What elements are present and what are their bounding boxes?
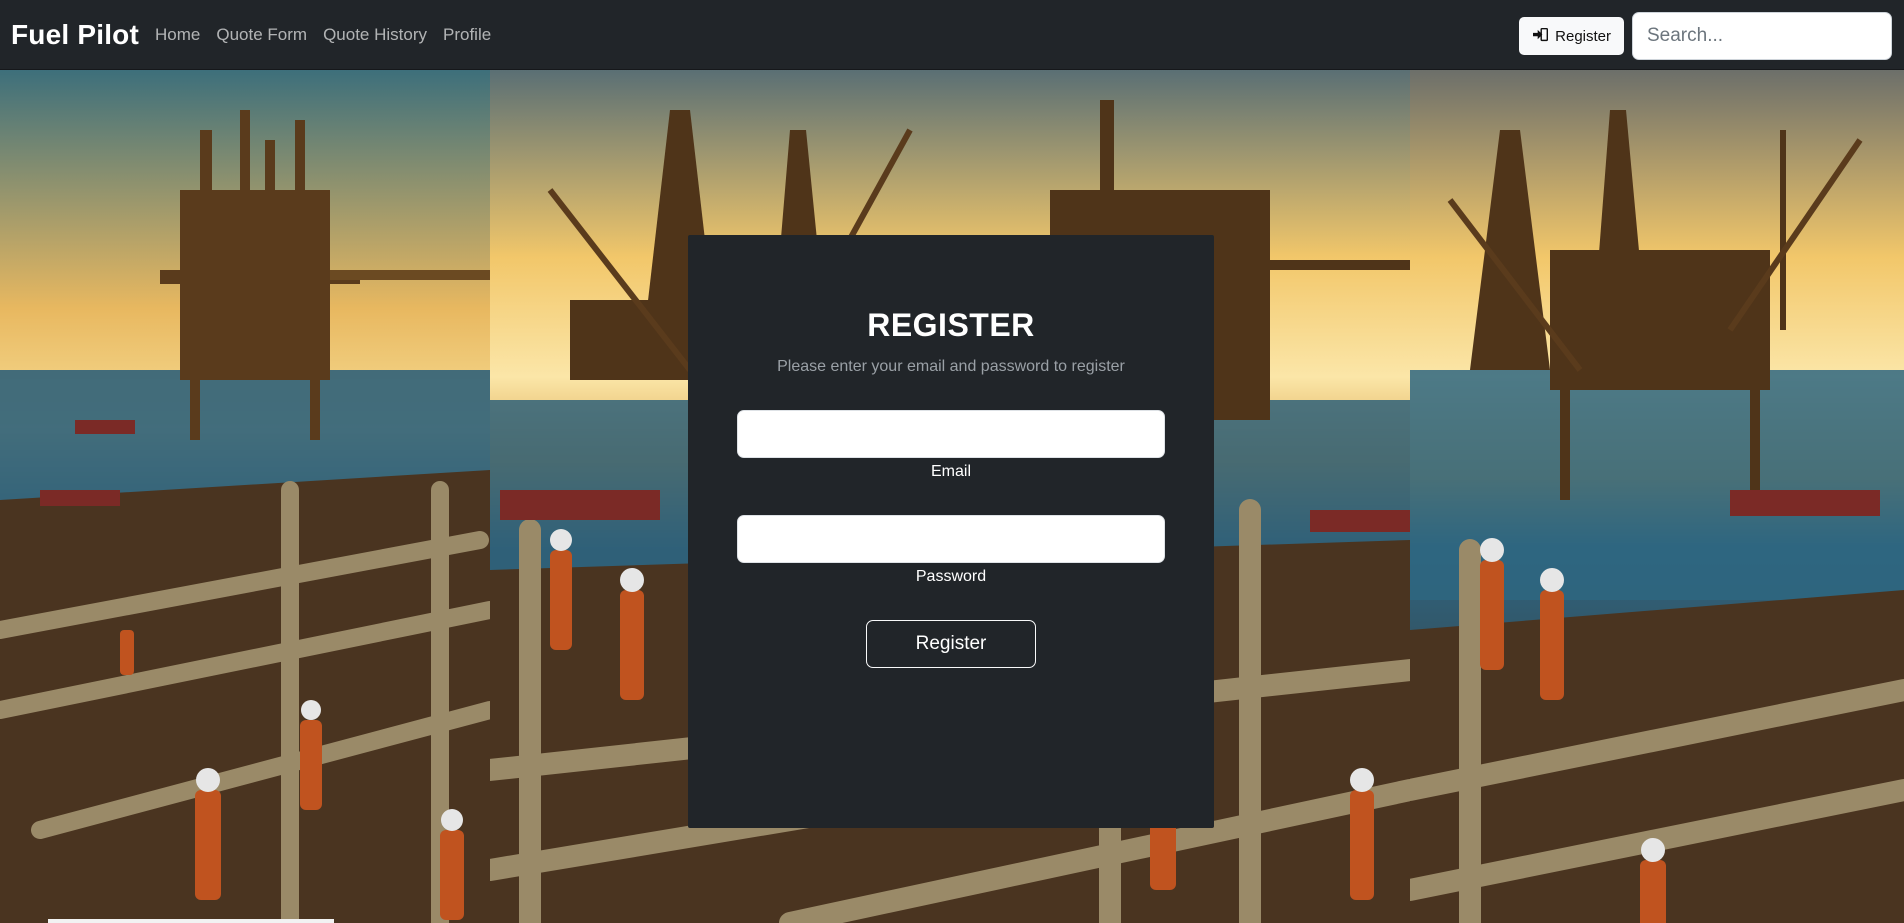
horizontal-scrollbar[interactable] — [48, 919, 334, 923]
background-panel — [1410, 70, 1904, 923]
search-input[interactable] — [1632, 12, 1892, 60]
register-card: REGISTER Please enter your email and pas… — [688, 235, 1214, 828]
brand-logo[interactable]: Fuel Pilot — [11, 19, 139, 51]
nav-link-quote-form[interactable]: Quote Form — [216, 25, 307, 45]
email-field[interactable] — [737, 410, 1165, 458]
email-group: Email — [688, 410, 1214, 481]
nav-register-button[interactable]: Register — [1519, 17, 1624, 55]
sign-in-icon — [1532, 27, 1549, 46]
register-submit-button[interactable]: Register — [866, 620, 1036, 668]
nav-link-profile[interactable]: Profile — [443, 25, 491, 45]
nav-register-label: Register — [1555, 27, 1611, 45]
top-navbar: Fuel Pilot Home Quote Form Quote History… — [0, 0, 1904, 70]
register-title: REGISTER — [867, 307, 1035, 343]
password-group: Password — [688, 515, 1214, 586]
password-field[interactable] — [737, 515, 1165, 563]
navbar-actions: Register — [1519, 12, 1892, 60]
background-panel — [0, 70, 490, 923]
email-label: Email — [930, 463, 971, 480]
nav-link-quote-history[interactable]: Quote History — [323, 25, 427, 45]
nav-link-home[interactable]: Home — [155, 25, 200, 45]
password-label: Password — [915, 568, 987, 585]
register-subtitle: Please enter your email and password to … — [777, 358, 1125, 375]
